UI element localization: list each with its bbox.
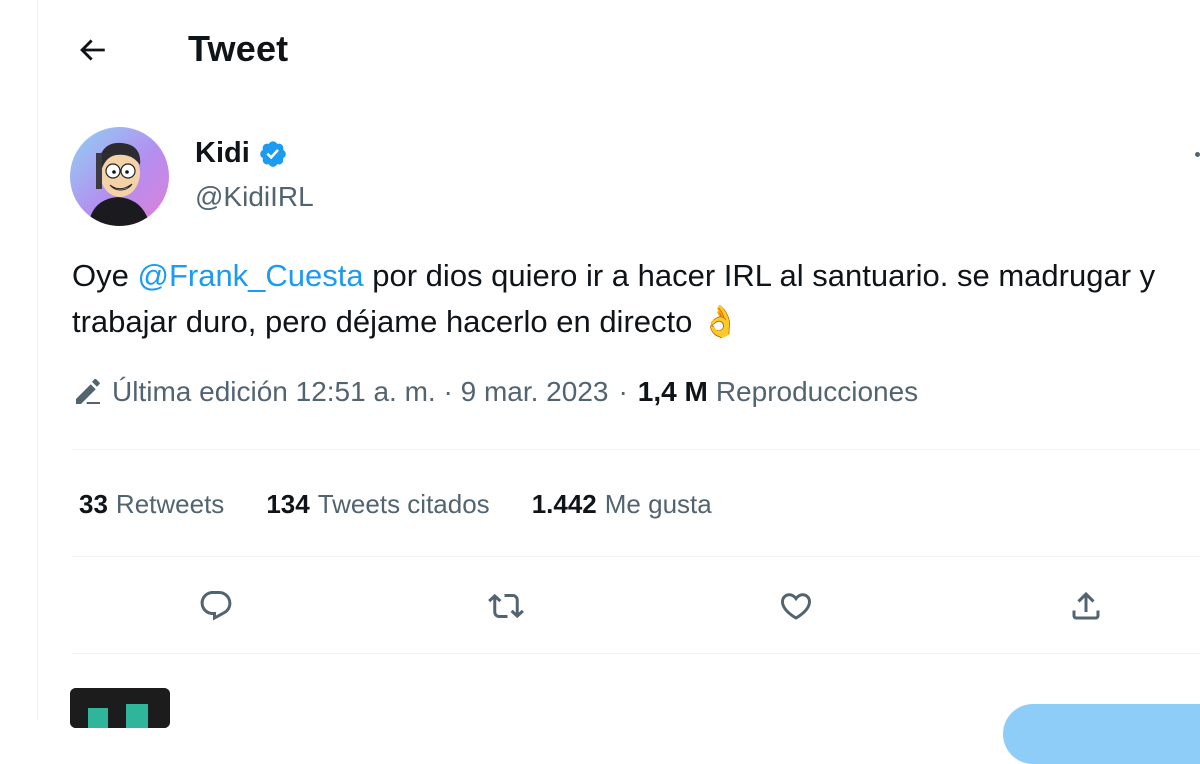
page-title: Tweet bbox=[188, 28, 289, 69]
likes-count: 1.442 bbox=[531, 489, 597, 519]
share-icon bbox=[1072, 591, 1100, 620]
ok-hand-emoji: 👌 bbox=[700, 304, 740, 339]
like-button[interactable] bbox=[770, 580, 822, 632]
divider bbox=[72, 653, 1200, 654]
edited-timestamp[interactable]: Última edición 12:51 a. m. · 9 mar. 2023 bbox=[112, 376, 608, 408]
author-name[interactable]: Kidi bbox=[195, 137, 288, 170]
retweets-count: 33 bbox=[79, 489, 108, 519]
author-handle[interactable]: @KidiIRL bbox=[195, 181, 314, 213]
more-options-icon[interactable] bbox=[1195, 152, 1200, 157]
quotes-label: Tweets citados bbox=[317, 489, 490, 519]
author-name-text: Kidi bbox=[195, 137, 250, 169]
share-button[interactable] bbox=[1060, 580, 1112, 632]
quotes-stat[interactable]: 134 Tweets citados bbox=[266, 489, 489, 520]
meta-separator: · bbox=[618, 376, 628, 407]
like-icon bbox=[780, 593, 812, 620]
retweets-stat[interactable]: 33 Retweets bbox=[79, 489, 224, 520]
reply-submit-button[interactable] bbox=[1003, 704, 1200, 764]
tweet-text: Oye @Frank_Cuesta por dios quiero ir a h… bbox=[72, 253, 1172, 345]
tweet-meta: Última edición 12:51 a. m. · 9 mar. 2023… bbox=[72, 376, 918, 408]
divider bbox=[72, 556, 1200, 557]
views-count: 1,4 M bbox=[637, 376, 708, 407]
current-user-avatar[interactable] bbox=[70, 688, 170, 728]
quotes-count: 134 bbox=[266, 489, 310, 519]
retweet-icon bbox=[488, 593, 524, 619]
divider bbox=[72, 449, 1200, 450]
likes-stat[interactable]: 1.442 Me gusta bbox=[532, 489, 712, 520]
back-button[interactable] bbox=[68, 26, 116, 74]
reply-button[interactable] bbox=[190, 580, 242, 632]
retweets-label: Retweets bbox=[115, 489, 225, 519]
views-label: Reproducciones bbox=[715, 376, 919, 407]
verified-badge-icon bbox=[259, 140, 286, 167]
likes-label: Me gusta bbox=[604, 489, 712, 519]
action-bar bbox=[0, 580, 1200, 632]
engagement-stats: 33 Retweets 134 Tweets citados 1.442 Me gus… bbox=[79, 489, 712, 520]
reply-icon bbox=[200, 591, 232, 621]
arrow-left-icon bbox=[80, 39, 105, 61]
pencil-icon bbox=[76, 378, 100, 404]
retweet-button[interactable] bbox=[480, 580, 532, 632]
tweet-text-start: Oye bbox=[72, 258, 138, 293]
avatar[interactable] bbox=[70, 127, 169, 226]
mention-link[interactable]: @Frank_Cuesta bbox=[137, 258, 363, 293]
